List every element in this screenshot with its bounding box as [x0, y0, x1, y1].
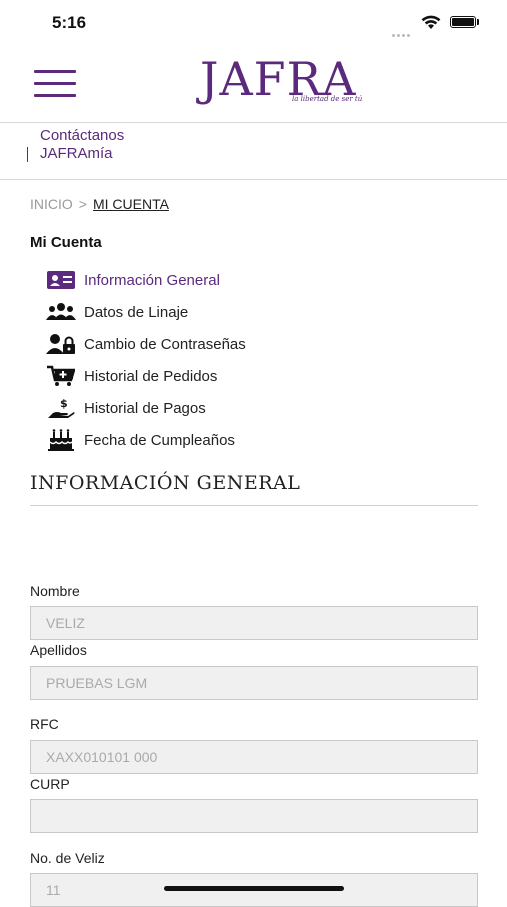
breadcrumb-separator: >: [78, 196, 87, 212]
logo-tagline: la libertad de ser tú: [292, 95, 363, 103]
jafra-logo[interactable]: JAFRA la libertad de ser tú: [200, 52, 370, 110]
apellidos-label: Apellidos: [30, 642, 87, 658]
breadcrumb: INICIO > MI CUENTA: [30, 196, 169, 212]
menu-item-historial-de-pagos[interactable]: $ Historial de Pagos: [46, 392, 486, 424]
battery-tip: [477, 19, 479, 25]
contact-link[interactable]: Contáctanos: [40, 127, 124, 144]
curp-label: CURP: [30, 776, 70, 792]
numero-veliz-label: No. de Veliz: [30, 850, 105, 866]
breadcrumb-home[interactable]: INICIO: [30, 196, 73, 212]
menu-item-label: Datos de Linaje: [84, 303, 189, 321]
rfc-field[interactable]: XAXX010101 000: [30, 740, 478, 774]
id-card-icon: [46, 269, 76, 291]
menu-item-label: Cambio de Contraseñas: [84, 335, 246, 353]
breadcrumb-current[interactable]: MI CUENTA: [93, 196, 169, 212]
page-heading: INFORMACIÓN GENERAL: [30, 472, 301, 494]
payment-hand-icon: $: [46, 397, 76, 419]
nombre-field[interactable]: VELIZ: [30, 606, 478, 640]
app-header: JAFRA la libertad de ser tú: [0, 46, 507, 123]
heading-divider: [30, 505, 478, 506]
users-icon: [46, 301, 76, 323]
account-menu: Información General Datos de Linaje Camb…: [46, 264, 486, 456]
home-indicator: [164, 886, 344, 891]
menu-item-historial-de-pedidos[interactable]: Historial de Pedidos: [46, 360, 486, 392]
nombre-label: Nombre: [30, 583, 80, 599]
menu-item-label: Historial de Pagos: [84, 399, 206, 417]
cellular-signal-icon: [392, 24, 412, 42]
jafra-mia-link[interactable]: JAFRAmía: [40, 145, 113, 162]
menu-item-label: Fecha de Cumpleaños: [84, 431, 235, 449]
curp-field[interactable]: [30, 799, 478, 833]
apellidos-field[interactable]: PRUEBAS LGM: [30, 666, 478, 700]
menu-item-label: Historial de Pedidos: [84, 367, 218, 385]
link-divider: [27, 147, 28, 162]
status-time: 5:16: [52, 13, 87, 32]
top-links: Contáctanos JAFRAmía: [0, 123, 507, 180]
menu-item-fecha-de-cumpleanos[interactable]: Fecha de Cumpleaños: [46, 424, 486, 456]
wifi-icon: [421, 14, 441, 35]
rfc-label: RFC: [30, 716, 59, 732]
status-bar: 5:16: [0, 0, 507, 46]
menu-item-cambio-de-contrasenas[interactable]: Cambio de Contraseñas: [46, 328, 486, 360]
battery-icon: [450, 16, 476, 28]
birthday-cake-icon: [46, 429, 76, 451]
hamburger-menu-icon[interactable]: [34, 70, 76, 100]
menu-item-datos-de-linaje[interactable]: Datos de Linaje: [46, 296, 486, 328]
cart-icon: [46, 365, 76, 387]
user-lock-icon: [46, 333, 76, 355]
svg-text:$: $: [60, 397, 68, 410]
menu-item-label: Información General: [84, 271, 220, 289]
section-title: Mi Cuenta: [30, 234, 102, 251]
menu-item-informacion-general[interactable]: Información General: [46, 264, 486, 296]
